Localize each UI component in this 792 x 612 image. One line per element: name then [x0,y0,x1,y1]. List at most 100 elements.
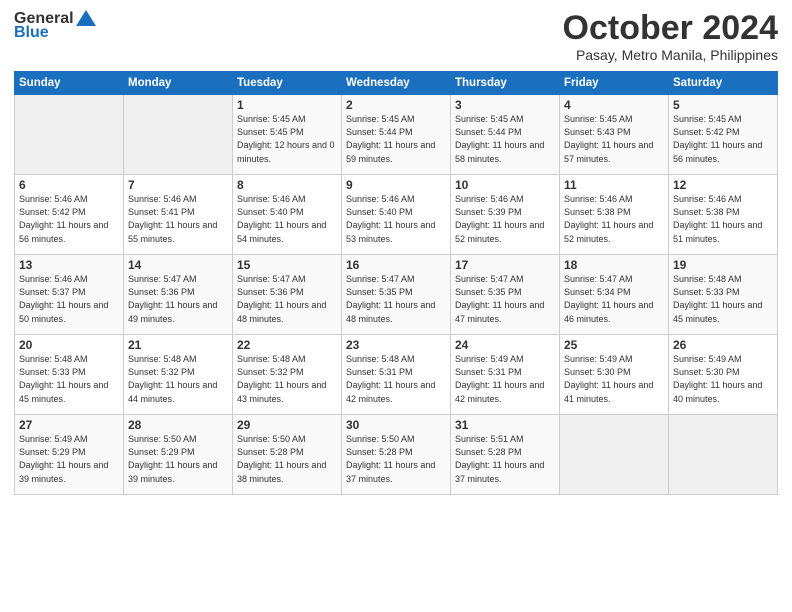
location-title: Pasay, Metro Manila, Philippines [563,47,778,63]
day-number: 25 [564,338,664,352]
day-number: 9 [346,178,446,192]
day-number: 20 [19,338,119,352]
day-info: Sunrise: 5:46 AM Sunset: 5:38 PM Dayligh… [564,193,664,245]
calendar-table: SundayMondayTuesdayWednesdayThursdayFrid… [14,71,778,495]
calendar-cell: 27Sunrise: 5:49 AM Sunset: 5:29 PM Dayli… [15,415,124,495]
day-info: Sunrise: 5:51 AM Sunset: 5:28 PM Dayligh… [455,433,555,485]
day-number: 15 [237,258,337,272]
day-info: Sunrise: 5:45 AM Sunset: 5:42 PM Dayligh… [673,113,773,165]
weekday-header-sunday: Sunday [15,72,124,95]
calendar-cell: 26Sunrise: 5:49 AM Sunset: 5:30 PM Dayli… [669,335,778,415]
day-info: Sunrise: 5:49 AM Sunset: 5:29 PM Dayligh… [19,433,119,485]
title-area: October 2024 Pasay, Metro Manila, Philip… [563,10,778,63]
calendar-cell: 30Sunrise: 5:50 AM Sunset: 5:28 PM Dayli… [342,415,451,495]
calendar-cell [560,415,669,495]
page: General Blue October 2024 Pasay, Metro M… [0,0,792,612]
calendar-week-1: 1Sunrise: 5:45 AM Sunset: 5:45 PM Daylig… [15,95,778,175]
month-title: October 2024 [563,10,778,47]
day-info: Sunrise: 5:47 AM Sunset: 5:34 PM Dayligh… [564,273,664,325]
header: General Blue October 2024 Pasay, Metro M… [14,10,778,63]
day-number: 16 [346,258,446,272]
calendar-cell: 3Sunrise: 5:45 AM Sunset: 5:44 PM Daylig… [451,95,560,175]
day-number: 24 [455,338,555,352]
calendar-week-2: 6Sunrise: 5:46 AM Sunset: 5:42 PM Daylig… [15,175,778,255]
day-info: Sunrise: 5:46 AM Sunset: 5:39 PM Dayligh… [455,193,555,245]
day-number: 31 [455,418,555,432]
calendar-cell: 11Sunrise: 5:46 AM Sunset: 5:38 PM Dayli… [560,175,669,255]
calendar-cell: 31Sunrise: 5:51 AM Sunset: 5:28 PM Dayli… [451,415,560,495]
calendar-cell: 21Sunrise: 5:48 AM Sunset: 5:32 PM Dayli… [124,335,233,415]
day-info: Sunrise: 5:48 AM Sunset: 5:32 PM Dayligh… [128,353,228,405]
day-number: 6 [19,178,119,192]
calendar-cell [15,95,124,175]
calendar-cell: 23Sunrise: 5:48 AM Sunset: 5:31 PM Dayli… [342,335,451,415]
calendar-cell: 2Sunrise: 5:45 AM Sunset: 5:44 PM Daylig… [342,95,451,175]
day-info: Sunrise: 5:46 AM Sunset: 5:42 PM Dayligh… [19,193,119,245]
day-info: Sunrise: 5:49 AM Sunset: 5:31 PM Dayligh… [455,353,555,405]
weekday-header-tuesday: Tuesday [233,72,342,95]
weekday-header-row: SundayMondayTuesdayWednesdayThursdayFrid… [15,72,778,95]
calendar-cell: 7Sunrise: 5:46 AM Sunset: 5:41 PM Daylig… [124,175,233,255]
weekday-header-friday: Friday [560,72,669,95]
day-number: 14 [128,258,228,272]
day-info: Sunrise: 5:48 AM Sunset: 5:33 PM Dayligh… [673,273,773,325]
day-number: 22 [237,338,337,352]
day-number: 12 [673,178,773,192]
day-number: 5 [673,98,773,112]
calendar-week-4: 20Sunrise: 5:48 AM Sunset: 5:33 PM Dayli… [15,335,778,415]
calendar-cell: 28Sunrise: 5:50 AM Sunset: 5:29 PM Dayli… [124,415,233,495]
calendar-cell: 4Sunrise: 5:45 AM Sunset: 5:43 PM Daylig… [560,95,669,175]
day-number: 4 [564,98,664,112]
day-info: Sunrise: 5:46 AM Sunset: 5:37 PM Dayligh… [19,273,119,325]
day-number: 28 [128,418,228,432]
calendar-cell: 29Sunrise: 5:50 AM Sunset: 5:28 PM Dayli… [233,415,342,495]
day-info: Sunrise: 5:48 AM Sunset: 5:31 PM Dayligh… [346,353,446,405]
day-info: Sunrise: 5:49 AM Sunset: 5:30 PM Dayligh… [564,353,664,405]
day-info: Sunrise: 5:48 AM Sunset: 5:32 PM Dayligh… [237,353,337,405]
calendar-cell: 13Sunrise: 5:46 AM Sunset: 5:37 PM Dayli… [15,255,124,335]
calendar-cell [669,415,778,495]
logo-icon [76,10,96,26]
calendar-week-5: 27Sunrise: 5:49 AM Sunset: 5:29 PM Dayli… [15,415,778,495]
calendar-cell: 24Sunrise: 5:49 AM Sunset: 5:31 PM Dayli… [451,335,560,415]
day-info: Sunrise: 5:47 AM Sunset: 5:36 PM Dayligh… [128,273,228,325]
day-number: 19 [673,258,773,272]
day-number: 26 [673,338,773,352]
calendar-cell: 19Sunrise: 5:48 AM Sunset: 5:33 PM Dayli… [669,255,778,335]
day-number: 18 [564,258,664,272]
day-number: 3 [455,98,555,112]
day-number: 27 [19,418,119,432]
calendar-cell: 10Sunrise: 5:46 AM Sunset: 5:39 PM Dayli… [451,175,560,255]
day-number: 21 [128,338,228,352]
day-number: 29 [237,418,337,432]
day-number: 13 [19,258,119,272]
calendar-cell: 15Sunrise: 5:47 AM Sunset: 5:36 PM Dayli… [233,255,342,335]
calendar-cell: 6Sunrise: 5:46 AM Sunset: 5:42 PM Daylig… [15,175,124,255]
day-info: Sunrise: 5:46 AM Sunset: 5:41 PM Dayligh… [128,193,228,245]
weekday-header-thursday: Thursday [451,72,560,95]
calendar-cell: 12Sunrise: 5:46 AM Sunset: 5:38 PM Dayli… [669,175,778,255]
calendar-cell: 20Sunrise: 5:48 AM Sunset: 5:33 PM Dayli… [15,335,124,415]
day-number: 1 [237,98,337,112]
day-info: Sunrise: 5:46 AM Sunset: 5:40 PM Dayligh… [346,193,446,245]
day-info: Sunrise: 5:47 AM Sunset: 5:35 PM Dayligh… [455,273,555,325]
calendar-cell: 14Sunrise: 5:47 AM Sunset: 5:36 PM Dayli… [124,255,233,335]
day-info: Sunrise: 5:45 AM Sunset: 5:44 PM Dayligh… [346,113,446,165]
calendar-cell: 25Sunrise: 5:49 AM Sunset: 5:30 PM Dayli… [560,335,669,415]
day-info: Sunrise: 5:50 AM Sunset: 5:28 PM Dayligh… [237,433,337,485]
day-number: 7 [128,178,228,192]
logo: General Blue [14,10,96,42]
calendar-cell: 1Sunrise: 5:45 AM Sunset: 5:45 PM Daylig… [233,95,342,175]
day-info: Sunrise: 5:49 AM Sunset: 5:30 PM Dayligh… [673,353,773,405]
day-info: Sunrise: 5:47 AM Sunset: 5:36 PM Dayligh… [237,273,337,325]
day-info: Sunrise: 5:45 AM Sunset: 5:45 PM Dayligh… [237,113,337,165]
calendar-cell: 9Sunrise: 5:46 AM Sunset: 5:40 PM Daylig… [342,175,451,255]
weekday-header-wednesday: Wednesday [342,72,451,95]
calendar-cell: 5Sunrise: 5:45 AM Sunset: 5:42 PM Daylig… [669,95,778,175]
calendar-cell: 16Sunrise: 5:47 AM Sunset: 5:35 PM Dayli… [342,255,451,335]
calendar-cell [124,95,233,175]
calendar-cell: 8Sunrise: 5:46 AM Sunset: 5:40 PM Daylig… [233,175,342,255]
day-info: Sunrise: 5:46 AM Sunset: 5:38 PM Dayligh… [673,193,773,245]
logo-blue: Blue [14,24,49,42]
day-info: Sunrise: 5:48 AM Sunset: 5:33 PM Dayligh… [19,353,119,405]
